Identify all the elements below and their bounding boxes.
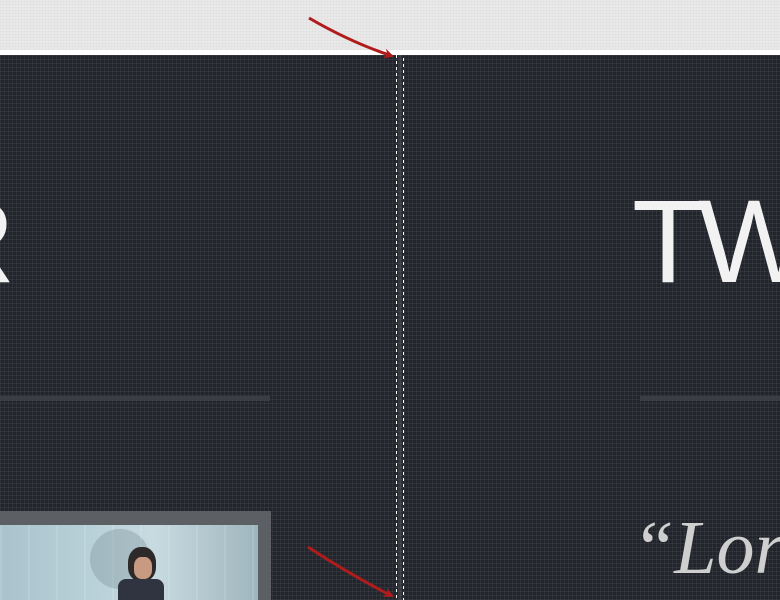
column-divider — [396, 55, 404, 600]
person-body — [118, 579, 164, 600]
person-photo — [0, 525, 258, 600]
left-heading-rule — [0, 396, 270, 401]
right-heading-rule — [640, 396, 780, 401]
left-column-heading: R — [0, 183, 15, 301]
right-column-heading: TW — [632, 176, 780, 308]
person-face — [134, 557, 152, 579]
testimonial-quote: “Lor — [632, 506, 780, 590]
top-margin — [0, 0, 780, 50]
